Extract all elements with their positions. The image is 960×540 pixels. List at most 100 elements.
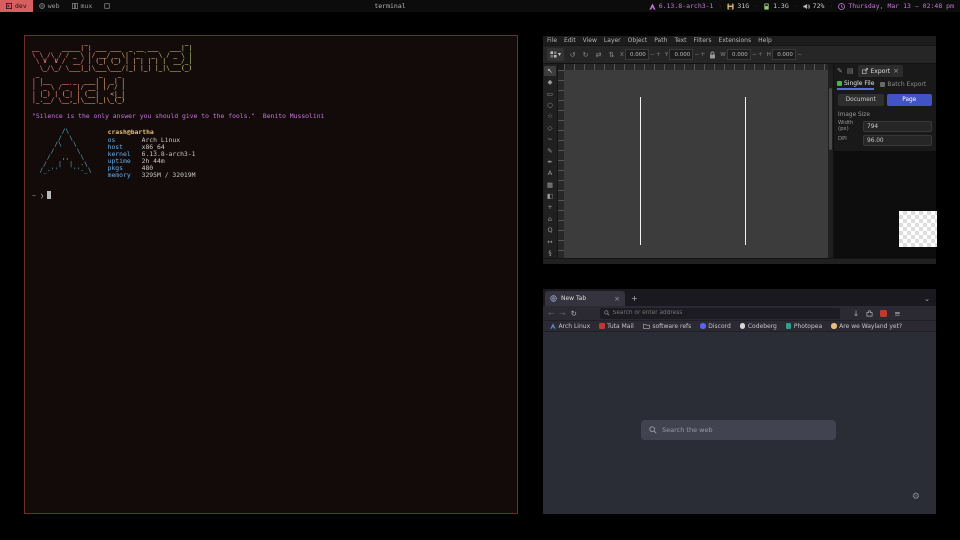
bookmark-codeberg[interactable]: Codeberg — [740, 323, 777, 330]
ublock-icon[interactable] — [880, 310, 887, 317]
h-field[interactable]: H 0.000 − — [767, 49, 802, 60]
y-field[interactable]: Y 0.000 − + — [665, 49, 705, 60]
dpi-input[interactable]: 96.00 — [863, 135, 932, 146]
spinner-plus[interactable]: + — [700, 51, 705, 58]
menu-text[interactable]: Text — [674, 37, 686, 44]
pen-tool-icon[interactable]: ✒ — [544, 157, 556, 167]
spiral-tool-icon[interactable]: ~ — [544, 134, 556, 144]
tab-batch-export[interactable]: Batch Export — [880, 81, 926, 88]
menu-icon[interactable]: ≡ — [894, 309, 900, 318]
downloads-icon[interactable]: ↓ — [853, 309, 859, 318]
connector-tool-icon[interactable]: § — [544, 248, 556, 258]
selector-tool-icon[interactable]: ↖ — [544, 66, 556, 76]
inkscape-main: ↖ ◆ ▭ ○ ☆ ◇ ~ ✎ ✒ A ▦ ◧ + ⌂ Q ↔ § — [543, 64, 936, 258]
separator: · — [829, 2, 833, 10]
status-modules: 6.13.8-arch3-1 · 31G · 1.3G · 72% · Thur… — [649, 2, 954, 10]
zoom-tool-icon[interactable]: Q — [544, 225, 556, 235]
page-button[interactable]: Page — [887, 94, 933, 106]
bookmark-folder-software-refs[interactable]: software refs — [643, 323, 691, 330]
rotate-cw-icon[interactable]: ↻ — [581, 51, 590, 59]
mesh-tool-icon[interactable]: ◧ — [544, 191, 556, 201]
search-icon — [649, 426, 657, 434]
flip-vertical-icon[interactable]: ⇅ — [607, 51, 616, 59]
menu-file[interactable]: File — [547, 37, 557, 44]
back-button[interactable]: ← — [548, 309, 554, 318]
gradient-tool-icon[interactable]: ▦ — [544, 180, 556, 190]
tab-close-icon[interactable]: × — [614, 295, 620, 303]
layers-panel-icon[interactable]: ▤ — [847, 67, 854, 75]
menu-path[interactable]: Path — [654, 37, 667, 44]
menu-filters[interactable]: Filters — [694, 37, 712, 44]
workspace-label: mux — [81, 2, 93, 10]
workspace-tag-web[interactable]: web — [33, 0, 66, 12]
menu-help[interactable]: Help — [758, 37, 772, 44]
tab-single-file[interactable]: Single File — [837, 80, 874, 90]
fetch-block: /\ / \ /\ \ / \ / ,, \ / | | -\ /_-'' ''… — [32, 129, 510, 179]
reload-button[interactable]: ↻ — [571, 309, 577, 318]
new-tab-page: Search the web ⚙ — [543, 332, 936, 514]
menu-edit[interactable]: Edit — [564, 37, 576, 44]
spinner-plus[interactable]: + — [758, 51, 763, 58]
document-button[interactable]: Document — [838, 94, 884, 106]
rect-tool-icon[interactable]: ▭ — [544, 89, 556, 99]
new-tab-button[interactable]: + — [631, 294, 638, 303]
dropper-tool-icon[interactable]: + — [544, 203, 556, 213]
spinner-minus[interactable]: − — [650, 51, 655, 58]
export-panel-tab[interactable]: Export × — [858, 65, 904, 77]
spinner-plus[interactable]: + — [656, 51, 661, 58]
workspace-tag-dev[interactable]: dev — [0, 0, 33, 12]
bookmark-discord[interactable]: Discord — [700, 323, 731, 330]
lock-ratio-icon[interactable] — [709, 51, 716, 59]
shell-prompt[interactable]: ~ ❯ — [32, 191, 510, 200]
spinner-minus[interactable]: − — [694, 51, 699, 58]
w-field[interactable]: W 0.000 − + — [720, 49, 763, 60]
spinner-minus[interactable]: − — [797, 51, 802, 58]
address-bar[interactable] — [600, 308, 840, 319]
nav-right-icons: ↓ ≡ — [853, 309, 901, 318]
workspace-tag-mux[interactable]: mux — [66, 0, 99, 12]
scroll-thumb[interactable] — [829, 88, 832, 150]
canvas-vscrollbar[interactable] — [828, 70, 833, 258]
box3d-tool-icon[interactable]: ◇ — [544, 123, 556, 133]
pencil-tool-icon[interactable]: ✎ — [544, 146, 556, 156]
dock-tabs: ✎ ▤ Export × — [834, 64, 936, 78]
terminal-window[interactable]: _ _ __ _____| | ___ ___ _ __ ___ ___| | … — [24, 35, 518, 514]
width-input[interactable]: 794 — [863, 121, 932, 132]
kernel-module: 6.13.8-arch3-1 — [649, 2, 714, 10]
bookmark-are-we-wayland-yet[interactable]: Are we Wayland yet? — [831, 323, 902, 330]
address-input[interactable] — [613, 310, 836, 316]
bookmark-photopea[interactable]: Photopea — [786, 323, 822, 330]
spinner-minus[interactable]: − — [752, 51, 757, 58]
menu-extensions[interactable]: Extensions — [719, 37, 752, 44]
star-tool-icon[interactable]: ☆ — [544, 112, 556, 122]
gear-icon[interactable]: ⚙ — [912, 492, 920, 502]
text-tool-icon[interactable]: A — [544, 168, 556, 178]
objects-panel-icon[interactable]: ✎ — [837, 67, 843, 75]
list-all-tabs-icon[interactable]: ⌄ — [924, 295, 930, 303]
menu-layer[interactable]: Layer — [604, 37, 621, 44]
browser-window: New Tab × + ⌄ ← → ↻ ↓ ≡ Arch — [543, 289, 936, 514]
close-icon[interactable]: × — [893, 67, 899, 75]
extensions-icon[interactable] — [866, 310, 873, 317]
tab-new-tab[interactable]: New Tab × — [545, 291, 625, 306]
fetch-info: crash@bartha osArch Linux hostx86_64 ker… — [108, 129, 196, 179]
ellipse-tool-icon[interactable]: ○ — [544, 100, 556, 110]
selection-mode-button[interactable]: ▾ — [547, 48, 564, 61]
flip-horizontal-icon[interactable]: ⇄ — [594, 51, 603, 59]
fetch-row-memory: memory3295M / 32019M — [108, 172, 196, 179]
inkscape-canvas[interactable] — [564, 70, 828, 258]
menu-object[interactable]: Object — [628, 37, 648, 44]
bucket-tool-icon[interactable]: ⌂ — [544, 214, 556, 224]
bookmark-tuta-mail[interactable]: Tuta Mail — [599, 323, 634, 330]
bookmark-arch-linux[interactable]: Arch Linux — [550, 323, 590, 330]
photopea-favicon — [786, 323, 792, 329]
x-field[interactable]: X 0.000 − + — [620, 49, 661, 60]
forward-button[interactable]: → — [559, 309, 565, 318]
measure-tool-icon[interactable]: ↔ — [544, 237, 556, 247]
workspace-tag-4[interactable] — [98, 0, 116, 12]
newtab-search-field[interactable]: Search the web — [641, 420, 836, 440]
menu-view[interactable]: View — [583, 37, 597, 44]
node-tool-icon[interactable]: ◆ — [544, 77, 556, 87]
rotate-ccw-icon[interactable]: ↺ — [568, 51, 577, 59]
separator: · — [718, 2, 722, 10]
